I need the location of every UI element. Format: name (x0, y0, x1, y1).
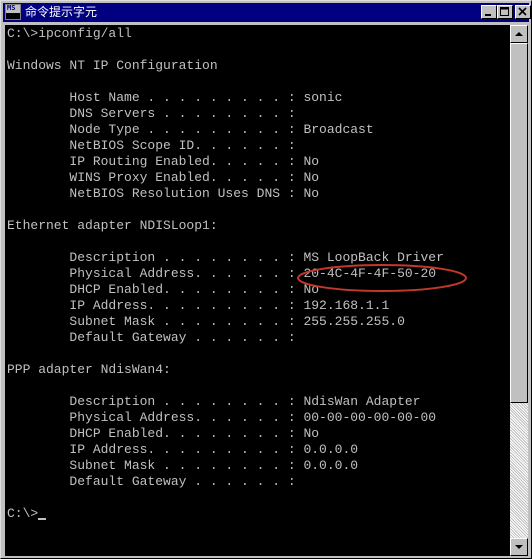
maximize-icon (500, 7, 509, 16)
console-line: C:\>ipconfig/all (7, 26, 132, 41)
command-prompt-icon[interactable]: MS (5, 4, 21, 20)
maximize-button[interactable] (497, 5, 513, 19)
console-line: Host Name . . . . . . . . . : sonic (7, 90, 343, 105)
scroll-thumb[interactable] (510, 43, 528, 403)
arrow-down-icon (515, 545, 523, 549)
scroll-down-button[interactable] (510, 538, 528, 556)
console-line: IP Address. . . . . . . . . : 192.168.1.… (7, 298, 390, 313)
console-line: Description . . . . . . . . : NdisWan Ad… (7, 394, 421, 409)
console-line: Physical Address. . . . . . : 20-4C-4F-4… (7, 266, 437, 281)
console-line: IP Address. . . . . . . . . : 0.0.0.0 (7, 442, 359, 457)
console-line: Windows NT IP Configuration (7, 58, 218, 73)
console-line: Default Gateway . . . . . . : (7, 474, 296, 489)
console-line: NetBIOS Resolution Uses DNS : No (7, 186, 320, 201)
console-line: Physical Address. . . . . . : 00-00-00-0… (7, 410, 437, 425)
close-icon (518, 7, 527, 16)
arrow-up-icon (515, 32, 523, 36)
console-line: Default Gateway . . . . . . : (7, 330, 296, 345)
app-icon-label: MS (7, 4, 16, 12)
minimize-button[interactable] (481, 5, 497, 19)
console-line: IP Routing Enabled. . . . . : No (7, 154, 320, 169)
console-prompt-line: C:\> (7, 506, 47, 522)
console-line: Subnet Mask . . . . . . . . : 255.255.25… (7, 314, 405, 329)
console-line: Description . . . . . . . . : MS LoopBac… (7, 250, 444, 265)
console-output[interactable]: C:\>ipconfig/all Windows NT IP Configura… (5, 25, 510, 556)
close-button[interactable] (515, 5, 531, 19)
minimize-icon (485, 14, 491, 16)
console-line: Subnet Mask . . . . . . . . : 0.0.0.0 (7, 458, 359, 473)
window-title: 命令提示字元 (25, 5, 98, 19)
console-line: WINS Proxy Enabled. . . . . : No (7, 170, 320, 185)
console-prompt: C:\> (7, 506, 39, 521)
vertical-scrollbar[interactable] (510, 25, 528, 556)
scroll-up-button[interactable] (510, 25, 528, 43)
console-line: Ethernet adapter NDISLoop1: (7, 218, 218, 233)
console-line: Node Type . . . . . . . . . : Broadcast (7, 122, 374, 137)
console-line: NetBIOS Scope ID. . . . . . : (7, 138, 296, 153)
command-prompt-window: MS 命令提示字元 C:\>ipconfig/all Windows NT IP… (0, 0, 532, 559)
text-cursor (38, 518, 47, 520)
console-line: DHCP Enabled. . . . . . . . : No (7, 282, 320, 297)
console-line: DNS Servers . . . . . . . . : (7, 106, 296, 121)
console-line: PPP adapter NdisWan4: (7, 362, 171, 377)
title-bar[interactable]: MS 命令提示字元 (3, 3, 531, 22)
console-line: DHCP Enabled. . . . . . . . : No (7, 426, 320, 441)
